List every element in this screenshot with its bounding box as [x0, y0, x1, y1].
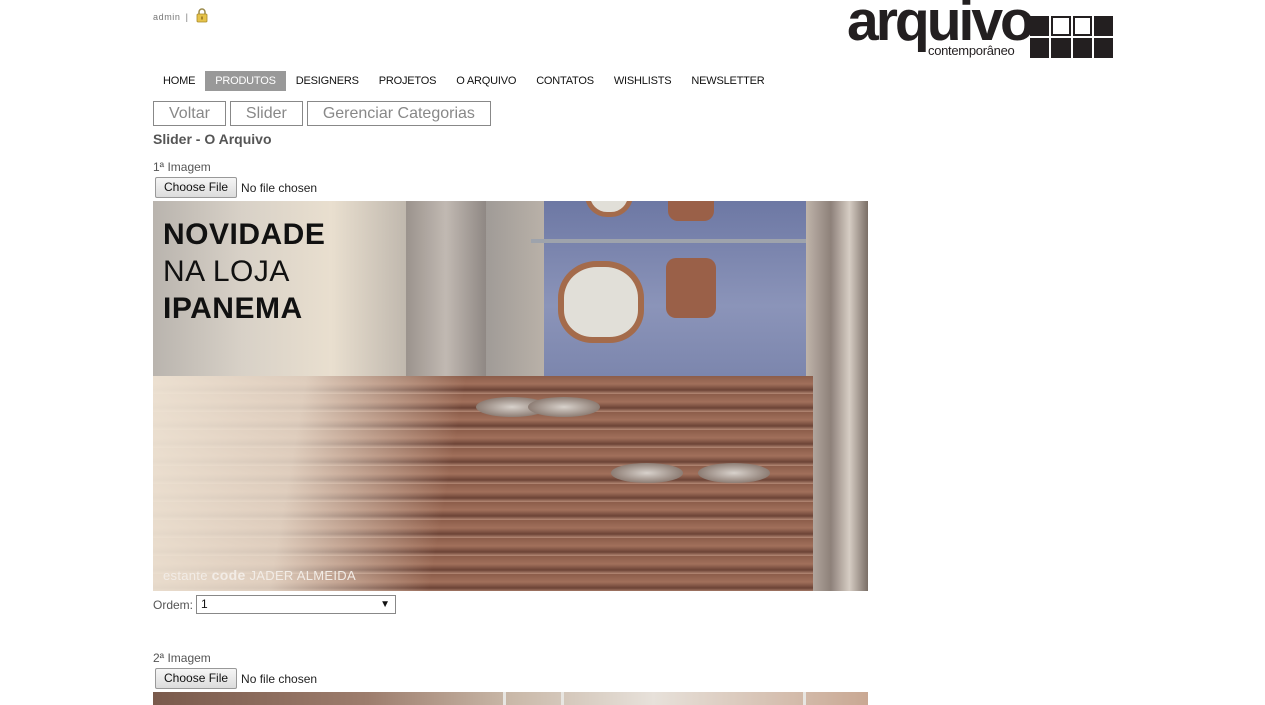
- nav-item-wishlists[interactable]: WISHLISTS: [604, 71, 682, 91]
- ordem-value: 1: [201, 597, 208, 611]
- admin-separator: |: [185, 12, 189, 22]
- nav-item-home[interactable]: HOME: [153, 71, 205, 91]
- caption-post: JADER ALMEIDA: [249, 568, 356, 583]
- slider-button[interactable]: Slider: [229, 101, 303, 126]
- slide-1-headline-line3: IPANEMA: [163, 292, 303, 325]
- main-nav: HOME PRODUTOS DESIGNERS PROJETOS O ARQUI…: [153, 71, 775, 91]
- ordem-label: Ordem:: [153, 597, 194, 612]
- slide-1-headline: NOVIDADE NA LOJA IPANEMA: [163, 216, 325, 327]
- lock-icon[interactable]: [196, 8, 208, 23]
- caption-pre: estante: [163, 568, 208, 583]
- nav-item-o-arquivo[interactable]: O ARQUIVO: [446, 71, 526, 91]
- slide-1-choose-file-button[interactable]: Choose File: [155, 177, 238, 198]
- brand-logo[interactable]: arquivo contemporâneo: [847, 0, 1113, 60]
- slide-1-file-input[interactable]: Choose File No file chosen: [155, 177, 317, 198]
- slide-1-ordem: Ordem: 1 ▼: [153, 595, 397, 614]
- nav-item-projetos[interactable]: PROJETOS: [369, 71, 447, 91]
- logo-grid-icon: [1030, 16, 1113, 58]
- slide-2-file-input[interactable]: Choose File No file chosen: [155, 668, 317, 689]
- slide-1-headline-line2: NA LOJA: [163, 255, 290, 288]
- slide-2-choose-file-button[interactable]: Choose File: [155, 668, 238, 689]
- gerenciar-categorias-button[interactable]: Gerenciar Categorias: [306, 101, 491, 126]
- slide-2-label: 2ª Imagem: [153, 651, 211, 665]
- chevron-down-icon: ▼: [380, 599, 391, 610]
- page: admin | arquivo contemporâneo HOME PRODU…: [153, 0, 1113, 705]
- slide-1-image: NOVIDADE NA LOJA IPANEMA estante code JA…: [153, 201, 868, 591]
- admin-bar: admin |: [153, 12, 189, 22]
- slide-2-image: [153, 692, 868, 705]
- page-title: Slider - O Arquivo: [153, 131, 272, 147]
- slide-1-label: 1ª Imagem: [153, 160, 211, 174]
- caption-bold: code: [211, 567, 246, 583]
- slide-2-file-status: No file chosen: [241, 671, 318, 686]
- slide-1-file-status: No file chosen: [241, 180, 318, 195]
- nav-item-produtos[interactable]: PRODUTOS: [205, 71, 286, 91]
- logo-subtitle: contemporâneo: [928, 43, 1015, 58]
- admin-user-link[interactable]: admin: [153, 12, 181, 22]
- action-bar: Voltar Slider Gerenciar Categorias: [153, 101, 491, 126]
- nav-item-newsletter[interactable]: NEWSLETTER: [681, 71, 774, 91]
- slide-1-caption: estante code JADER ALMEIDA: [163, 567, 356, 583]
- nav-item-contatos[interactable]: CONTATOS: [526, 71, 604, 91]
- slide-1-headline-line1: NOVIDADE: [163, 218, 326, 251]
- nav-item-designers[interactable]: DESIGNERS: [286, 71, 369, 91]
- ordem-select[interactable]: 1 ▼: [196, 595, 397, 614]
- voltar-button[interactable]: Voltar: [153, 101, 226, 126]
